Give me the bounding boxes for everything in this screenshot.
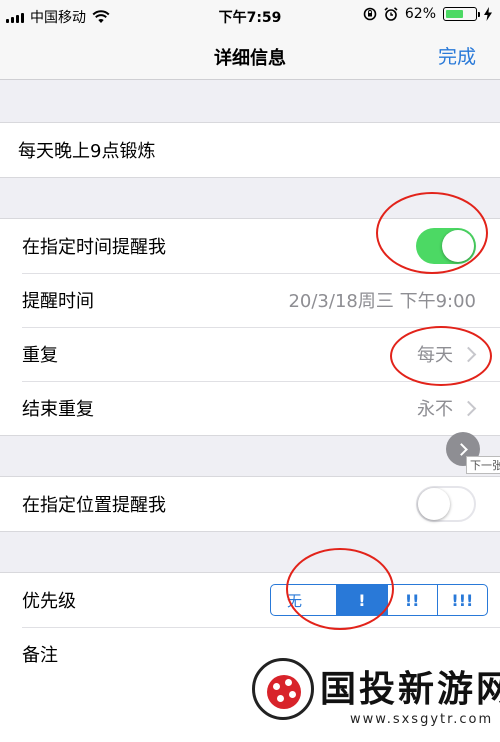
repeat-label: 重复: [22, 345, 58, 366]
nav-bar: 详细信息 完成: [0, 32, 500, 80]
task-title: 每天晚上9点锻炼: [18, 141, 156, 162]
chevron-right-icon: [460, 400, 477, 416]
battery-percent: 62%: [404, 6, 436, 22]
end-repeat-row[interactable]: 结束重复 永不: [0, 381, 500, 435]
watermark-url: www.sxsgytr.com: [350, 712, 494, 727]
annotation-circle-priority: [286, 548, 394, 630]
end-repeat-value-wrap: 永不: [417, 395, 477, 421]
battery-icon: [443, 7, 480, 21]
annotation-circle-toggle: [376, 192, 488, 274]
task-title-field[interactable]: 每天晚上9点锻炼: [0, 123, 500, 177]
next-tooltip: 下一张: [466, 456, 500, 474]
status-bar: 中国移动 下午7:59 62%: [0, 0, 500, 32]
end-repeat-value: 永不: [417, 399, 453, 420]
orientation-lock-icon: [363, 7, 377, 21]
page-title: 详细信息: [214, 48, 286, 69]
alarm-value: 20/3/18周三 下午9:00: [288, 291, 476, 312]
done-button[interactable]: 完成: [438, 42, 476, 69]
priority-medium[interactable]: !!: [386, 585, 437, 615]
notes-label: 备注: [22, 645, 58, 666]
end-repeat-label: 结束重复: [22, 399, 94, 420]
location-row: 在指定位置提醒我: [0, 477, 500, 531]
alarm-icon: [384, 7, 398, 21]
priority-label: 优先级: [22, 591, 76, 612]
location-label: 在指定位置提醒我: [22, 495, 166, 516]
watermark: 国投新游网 www.sxsgytr.com: [250, 650, 500, 740]
location-toggle[interactable]: [416, 486, 476, 522]
location-section: 在指定位置提醒我: [0, 476, 500, 532]
alarm-row[interactable]: 提醒时间 20/3/18周三 下午9:00: [0, 273, 500, 327]
alarm-label: 提醒时间: [22, 291, 94, 312]
annotation-circle-repeat: [390, 326, 492, 386]
title-section: 每天晚上9点锻炼: [0, 122, 500, 178]
charging-icon: [484, 7, 492, 21]
chevron-right-icon: [455, 442, 468, 456]
watermark-text: 国投新游网: [320, 669, 500, 710]
watermark-logo-icon: [252, 658, 314, 720]
status-right: 62%: [363, 6, 492, 22]
priority-high[interactable]: !!!: [436, 585, 487, 615]
remind-on-day-label: 在指定时间提醒我: [22, 237, 166, 258]
priority-row: 优先级 无 ! !! !!!: [0, 573, 500, 627]
